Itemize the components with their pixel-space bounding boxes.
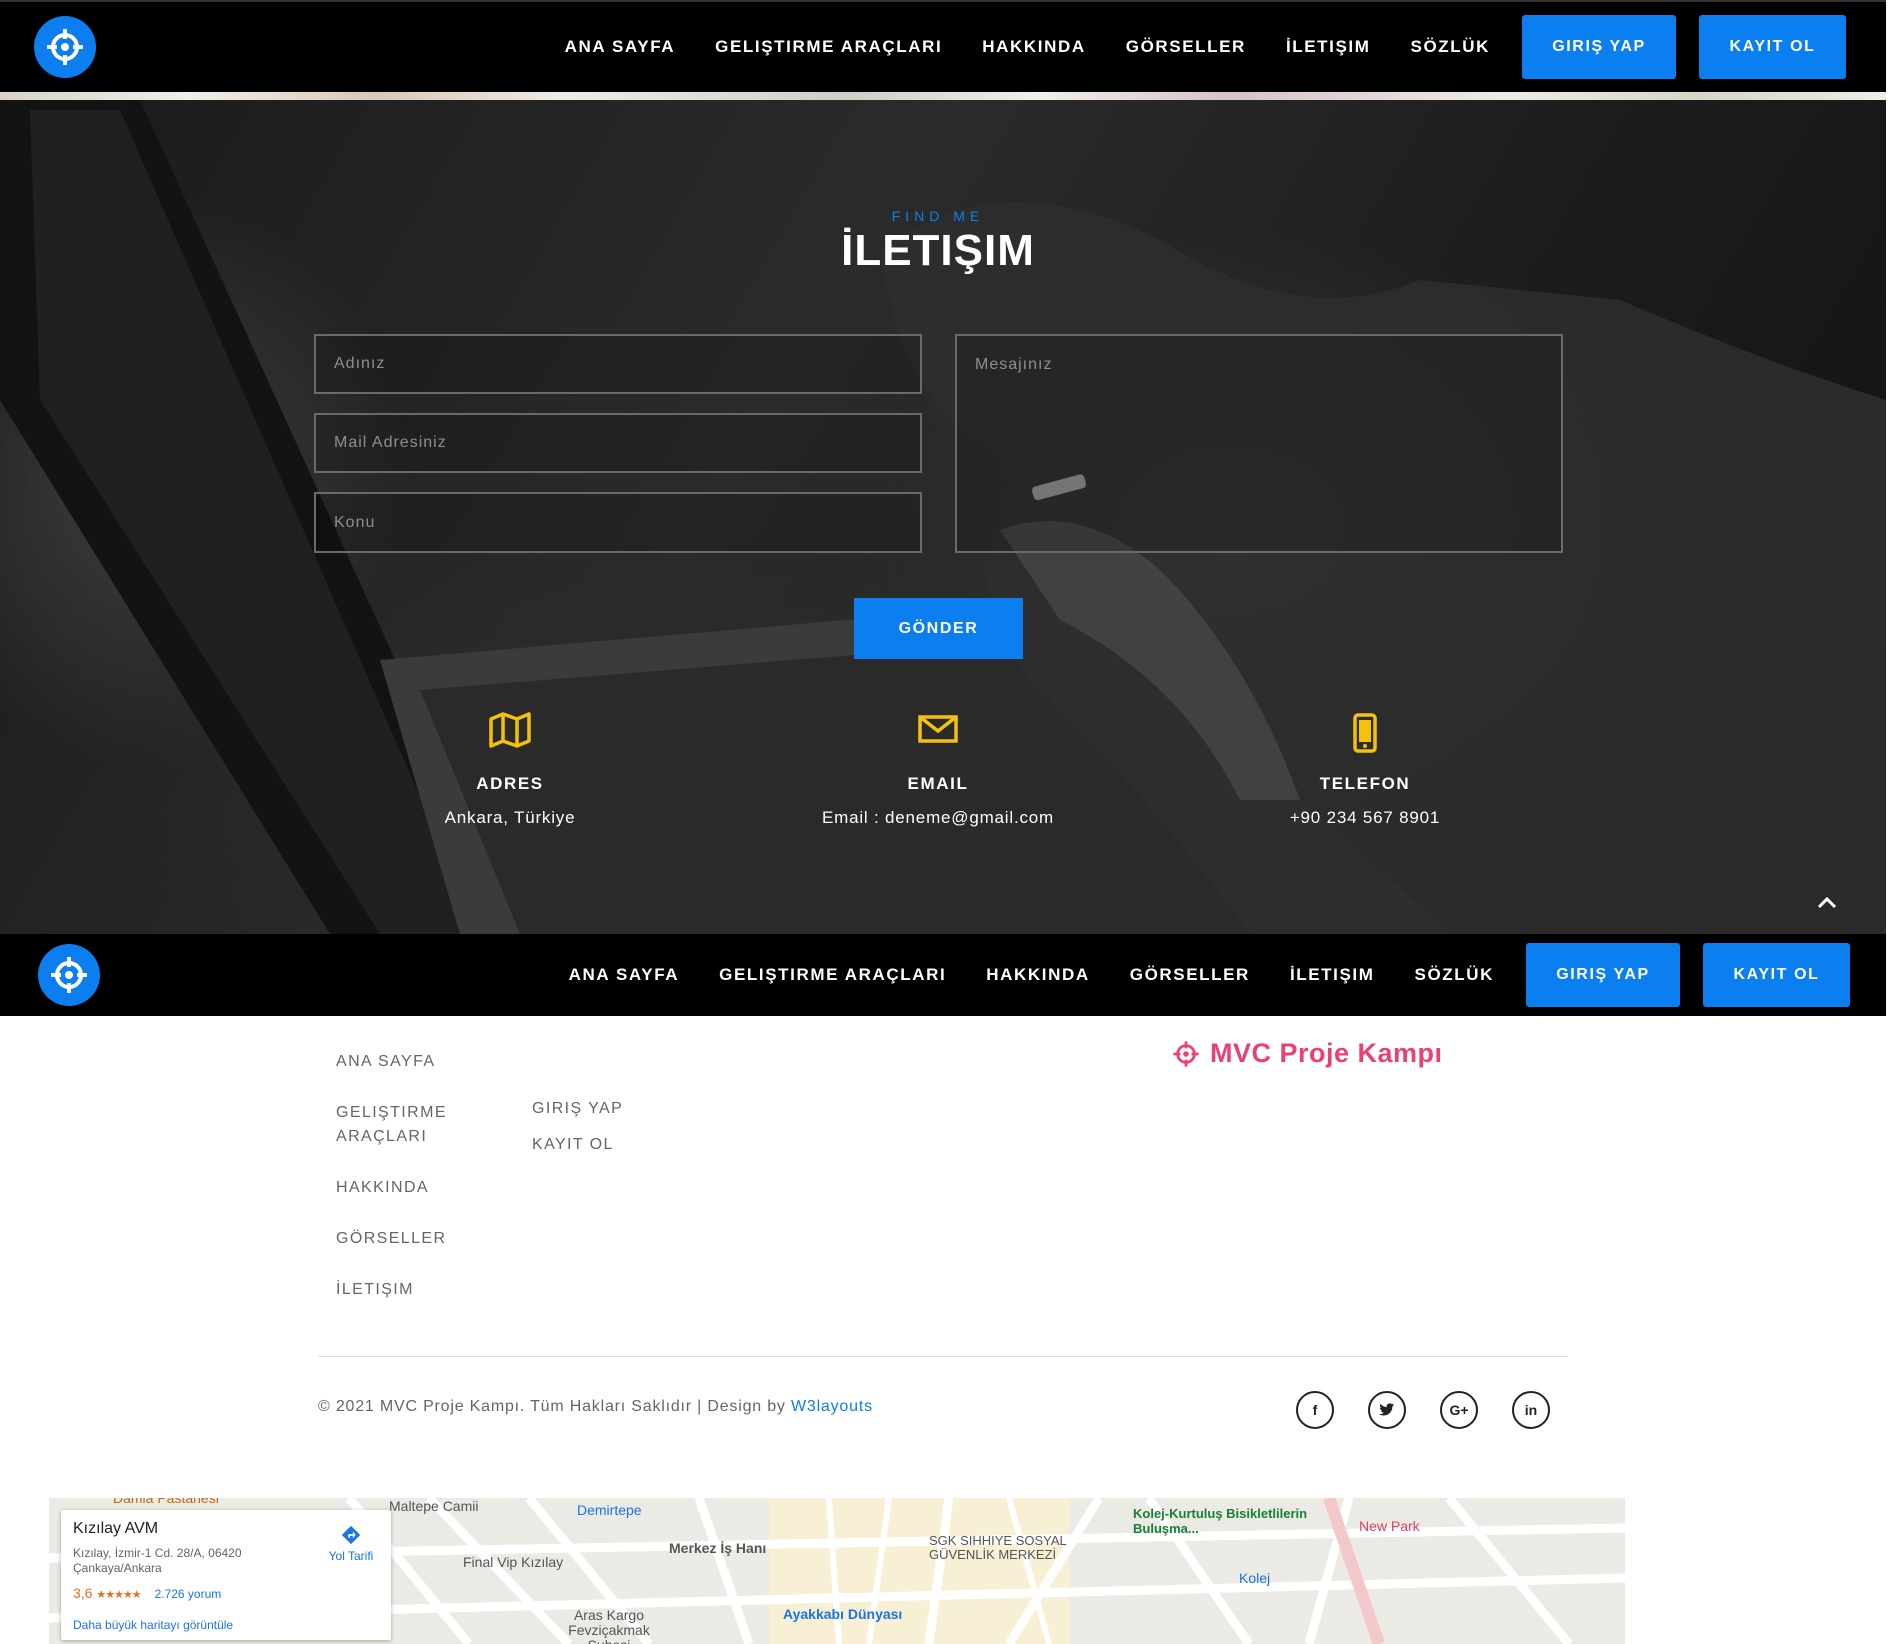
sticky-navbar: ANA SAYFA GELIŞTIRME ARAÇLARI HAKKINDA G…: [0, 934, 1886, 1016]
footer-account-column: GIRIŞ YAP KAYIT OL: [532, 1097, 623, 1169]
footer-divider: [318, 1356, 1568, 1357]
place-rating: 3,6 ★★★★★ 2.726 yorum: [73, 1585, 221, 1601]
address-value: Ankara, Türkiye: [444, 808, 576, 827]
map-label-damla: Damla Pastanesi: [113, 1498, 219, 1506]
nav-link-home[interactable]: ANA SAYFA: [565, 37, 675, 57]
map-label-merkez-is-hani: Merkez İş Hanı: [669, 1540, 767, 1556]
top-navbar: ANA SAYFA GELIŞTIRME ARAÇLARI HAKKINDA G…: [0, 0, 1886, 92]
map-label-demirtepe: Demirtepe: [577, 1502, 642, 1518]
nav-link-home[interactable]: ANA SAYFA: [569, 965, 679, 985]
footer-link-contact[interactable]: İLETIŞIM: [336, 1278, 476, 1302]
nav-link-dev-tools[interactable]: GELIŞTIRME ARAÇLARI: [715, 37, 942, 57]
nav-link-contact[interactable]: İLETIŞIM: [1286, 37, 1371, 57]
rating-value: 3,6: [73, 1585, 93, 1601]
email-value: Email : deneme@gmail.com: [821, 808, 1055, 827]
nav-link-contact[interactable]: İLETIŞIM: [1290, 965, 1375, 985]
mobile-phone-icon: [1215, 712, 1515, 754]
contact-section: FIND ME İLETIŞIM GÖNDER ADRES Ankara, Tü…: [0, 100, 1886, 934]
email-title: EMAIL: [907, 774, 969, 793]
footer-link-gallery[interactable]: GÖRSELLER: [336, 1227, 476, 1251]
background-image-strip: [0, 92, 1886, 100]
footer-link-register[interactable]: KAYIT OL: [532, 1133, 623, 1157]
map-place-card: Kızılay AVM Kızılay, İzmir-1 Cd. 28/A, 0…: [61, 1510, 391, 1640]
map-label-new-park: New Park: [1359, 1518, 1420, 1534]
nav-links: ANA SAYFA GELIŞTIRME ARAÇLARI HAKKINDA G…: [529, 934, 1850, 1016]
logo-crosshair-icon[interactable]: [34, 16, 96, 78]
map-label-ayakkabi: Ayakkabı Dünyası: [783, 1606, 903, 1622]
directions-label: Yol Tarifi: [328, 1549, 374, 1563]
place-address: Kızılay, İzmir-1 Cd. 28/A, 06420 Çankaya…: [73, 1546, 242, 1575]
nav-link-about[interactable]: HAKKINDA: [986, 965, 1089, 985]
login-button[interactable]: GIRIŞ YAP: [1522, 15, 1676, 79]
name-input[interactable]: [314, 334, 922, 394]
register-button[interactable]: KAYIT OL: [1703, 943, 1850, 1007]
map-label-final-vip: Final Vip Kızılay: [463, 1554, 564, 1570]
nav-link-dev-tools[interactable]: GELIŞTIRME ARAÇLARI: [719, 965, 946, 985]
reviews-link[interactable]: 2.726 yorum: [155, 1587, 222, 1601]
register-button[interactable]: KAYIT OL: [1699, 15, 1846, 79]
envelope-icon: [788, 712, 1088, 754]
design-credit-link[interactable]: W3layouts: [791, 1398, 873, 1415]
embedded-map[interactable]: Damla Pastanesi Maltepe Camii Demirtepe …: [49, 1498, 1625, 1644]
phone-value: +90 234 567 8901: [1289, 808, 1441, 827]
footer-link-dev-tools[interactable]: GELIŞTIRME ARAÇLARI: [336, 1101, 476, 1149]
login-button[interactable]: GIRIŞ YAP: [1526, 943, 1680, 1007]
email-input[interactable]: [314, 413, 922, 473]
map-label-sgk: SGK SIHHIYE SOSYAL GÜVENLİK MERKEZİ: [929, 1533, 1067, 1562]
footer-link-login[interactable]: GIRIŞ YAP: [532, 1097, 623, 1121]
map-label-kolej-kurtulus: Kolej-Kurtuluş Bisikletlilerin Buluşma..…: [1133, 1506, 1308, 1536]
map-icon: [360, 712, 660, 754]
rating-stars-icon: ★★★★★: [96, 1589, 141, 1601]
directions-button[interactable]: Yol Tarifi: [319, 1524, 383, 1563]
send-button[interactable]: GÖNDER: [854, 598, 1023, 659]
footer-brand[interactable]: MVC Proje Kampı: [1172, 1038, 1443, 1069]
footer-link-about[interactable]: HAKKINDA: [336, 1176, 476, 1200]
map-label-aras-kargo: Aras Kargo Fevziçakmak Şubesi: [568, 1607, 650, 1644]
copyright-text: © 2021 MVC Proje Kampı. Tüm Hakları Sakl…: [318, 1398, 873, 1416]
section-eyebrow: FIND ME: [891, 208, 985, 224]
bigger-map-link[interactable]: Daha büyük haritayı görüntüle: [73, 1618, 233, 1632]
email-info: EMAIL Email : deneme@gmail.com: [788, 712, 1088, 828]
address-title: ADRES: [476, 774, 544, 793]
scroll-top-chevron-up-icon[interactable]: [1812, 887, 1842, 917]
directions-icon: [341, 1525, 361, 1545]
phone-title: TELEFON: [1319, 774, 1411, 793]
google-plus-icon[interactable]: G+: [1440, 1391, 1478, 1429]
nav-link-gallery[interactable]: GÖRSELLER: [1130, 965, 1250, 985]
map-label-kolej: Kolej: [1239, 1570, 1271, 1586]
nav-link-dictionary[interactable]: SÖZLÜK: [1411, 37, 1490, 57]
message-textarea[interactable]: [955, 334, 1563, 553]
footer-nav-column: ANA SAYFA GELIŞTIRME ARAÇLARI HAKKINDA G…: [336, 1050, 476, 1329]
social-links: f G+ in: [1296, 1391, 1584, 1429]
brand-name: MVC Proje Kampı: [1210, 1038, 1443, 1068]
nav-link-dictionary[interactable]: SÖZLÜK: [1415, 965, 1494, 985]
place-name: Kızılay AVM: [73, 1520, 159, 1537]
section-title: İLETIŞIM: [841, 226, 1035, 275]
nav-link-gallery[interactable]: GÖRSELLER: [1126, 37, 1246, 57]
logo-crosshair-icon[interactable]: [38, 944, 100, 1006]
address-info: ADRES Ankara, Türkiye: [360, 712, 660, 828]
copyright-label: © 2021 MVC Proje Kampı. Tüm Hakları Sakl…: [318, 1398, 791, 1415]
nav-links: ANA SAYFA GELIŞTIRME ARAÇLARI HAKKINDA G…: [525, 2, 1846, 92]
phone-info: TELEFON +90 234 567 8901: [1215, 712, 1515, 828]
subject-input[interactable]: [314, 492, 922, 553]
map-label-maltepe: Maltepe Camii: [389, 1498, 479, 1514]
twitter-icon[interactable]: [1368, 1391, 1406, 1429]
crosshair-icon: [1173, 1040, 1199, 1067]
footer-link-home[interactable]: ANA SAYFA: [336, 1050, 476, 1074]
nav-link-about[interactable]: HAKKINDA: [982, 37, 1085, 57]
facebook-icon[interactable]: f: [1296, 1391, 1334, 1429]
linkedin-icon[interactable]: in: [1512, 1391, 1550, 1429]
